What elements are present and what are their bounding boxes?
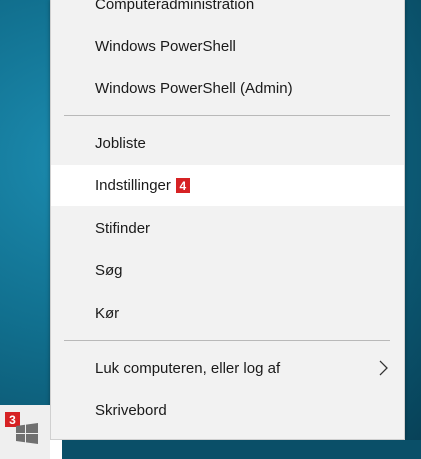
taskbar-search-box[interactable] (50, 440, 62, 459)
menu-item-task-manager[interactable]: Jobliste (51, 123, 404, 163)
quick-link-menu: Computeradministration Windows PowerShel… (50, 0, 405, 440)
menu-item-run[interactable]: Kør (51, 293, 404, 333)
menu-separator (64, 115, 390, 116)
taskbar (0, 440, 421, 459)
menu-item-shut-down-or-sign-out[interactable]: Luk computeren, eller log af (51, 348, 404, 388)
menu-item-label: Søg (95, 261, 123, 279)
menu-item-label: Jobliste (95, 134, 146, 152)
windows-logo-icon[interactable] (16, 423, 38, 445)
menu-item-search[interactable]: Søg (51, 250, 404, 290)
menu-item-settings[interactable]: Indstillinger 4 (51, 165, 404, 206)
menu-item-label: Kør (95, 304, 120, 322)
callout-badge: 4 (175, 178, 190, 193)
menu-item-computer-management[interactable]: Computeradministration (51, 0, 404, 24)
menu-item-label: Indstillinger (95, 177, 171, 194)
menu-item-desktop[interactable]: Skrivebord (51, 390, 404, 430)
menu-item-label: Stifinder (95, 219, 151, 237)
menu-item-label: Windows PowerShell (95, 37, 236, 55)
menu-item-file-explorer[interactable]: Stifinder (51, 208, 404, 248)
menu-item-label: Luk computeren, eller log af (95, 359, 281, 377)
desktop-background: Computeradministration Windows PowerShel… (0, 0, 421, 459)
menu-item-windows-powershell-admin[interactable]: Windows PowerShell (Admin) (51, 68, 404, 108)
chevron-right-icon (379, 360, 388, 376)
menu-item-label: Computeradministration (95, 0, 255, 13)
menu-item-label: Skrivebord (95, 401, 167, 419)
menu-separator (64, 340, 390, 341)
menu-item-windows-powershell[interactable]: Windows PowerShell (51, 26, 404, 66)
menu-item-label: Windows PowerShell (Admin) (95, 79, 293, 97)
